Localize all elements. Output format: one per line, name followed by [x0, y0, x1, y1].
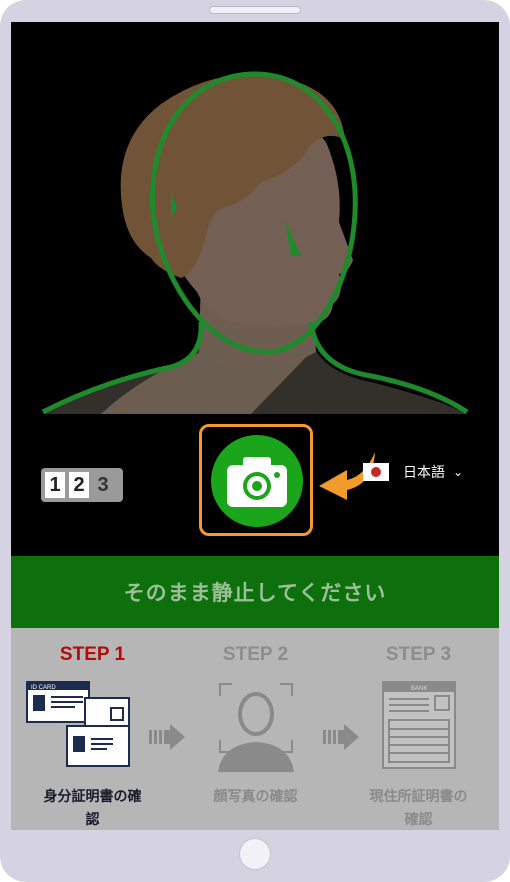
- home-button[interactable]: [239, 838, 271, 870]
- face-scan-icon: [218, 683, 294, 772]
- phone-screen: 1 2 3 日本語 ⌄ そのまま静止してください STEP 1 ID CARD …: [11, 22, 499, 830]
- shutter-button[interactable]: [211, 435, 303, 527]
- step-2-caption: 顔写真の確認: [213, 789, 298, 805]
- step-3: STEP 3 BANK 現住所証明書の 確認: [337, 628, 499, 830]
- document-label: BANK: [411, 686, 427, 692]
- language-label: 日本語: [403, 465, 445, 481]
- counter-digit-2: 2: [69, 472, 89, 498]
- speaker-grille: [209, 6, 301, 14]
- face-illustration: [41, 71, 469, 415]
- counter-digit-3: 3: [97, 474, 109, 496]
- step-counter: 1 2 3: [41, 468, 123, 502]
- step-2: STEP 2 顔写真の確認: [174, 628, 337, 830]
- step-3-caption: 現住所証明書の 確認: [369, 789, 468, 828]
- instruction-text: そのまま静止してください: [123, 581, 387, 605]
- counter-digit-1: 1: [45, 472, 65, 498]
- address-document-icon: BANK: [382, 681, 456, 769]
- instruction-banner: そのまま静止してください: [11, 556, 499, 628]
- step-1-caption: 身分証明書の確 認: [43, 789, 142, 828]
- language-selector[interactable]: 日本語 ⌄: [363, 462, 463, 482]
- japan-flag-icon: [363, 463, 389, 481]
- chevron-down-icon: ⌄: [453, 465, 464, 479]
- camera-icon: [227, 457, 287, 507]
- steps-panel: STEP 1 ID CARD 身分証明書の確 認 STEP 2 顔写真の確認 S…: [11, 628, 499, 830]
- step-3-title: STEP 3: [385, 644, 452, 665]
- phone-frame: 1 2 3 日本語 ⌄ そのまま静止してください STEP 1 ID CARD …: [0, 0, 510, 882]
- step-1-title: STEP 1: [59, 644, 126, 665]
- capture-controls: 1 2 3 日本語 ⌄: [11, 414, 499, 556]
- step-2-title: STEP 2: [222, 644, 289, 665]
- id-card-icon: ID CARD: [26, 681, 130, 767]
- card-label: ID CARD: [31, 685, 56, 691]
- camera-preview: [11, 22, 499, 415]
- shutter-highlight: [199, 424, 313, 536]
